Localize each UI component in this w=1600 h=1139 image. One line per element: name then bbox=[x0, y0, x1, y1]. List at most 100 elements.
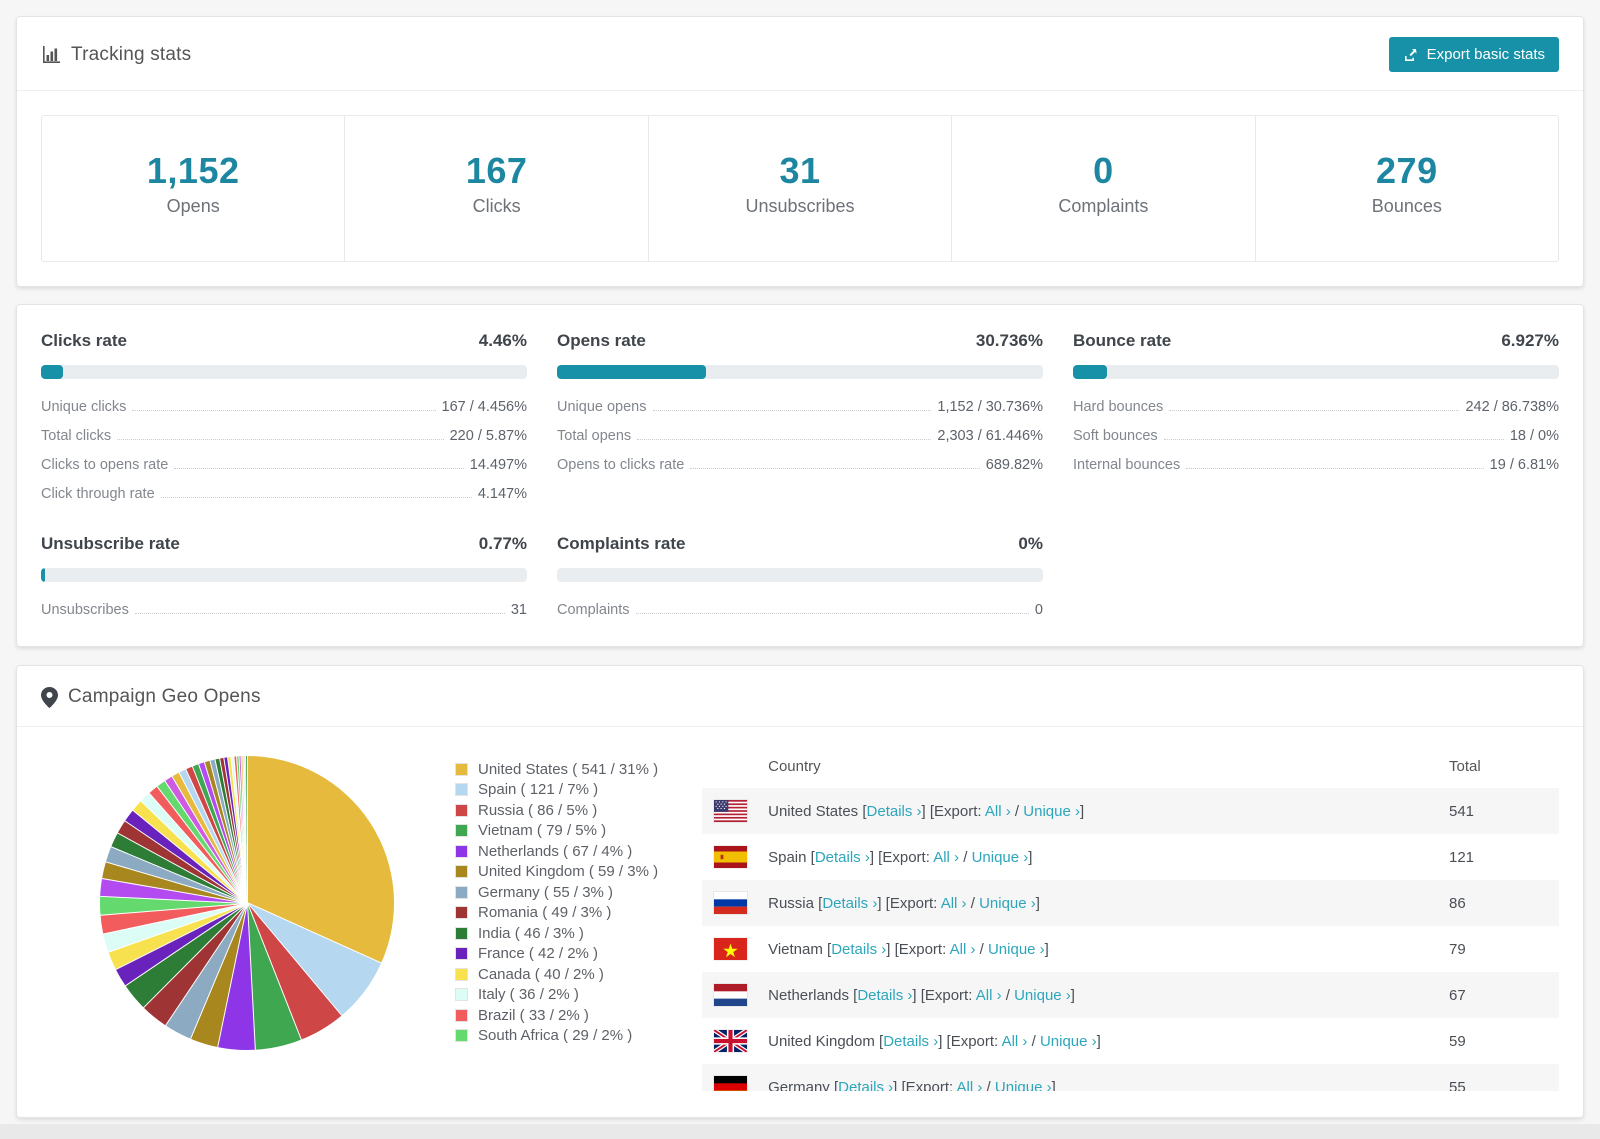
export-unique-link[interactable]: Unique › bbox=[1023, 803, 1080, 820]
rate-detail-value: 1,152 / 30.736% bbox=[937, 399, 1043, 415]
country-name: United Kingdom bbox=[768, 1032, 875, 1050]
gb-flag-icon bbox=[714, 1030, 748, 1052]
export-all-link[interactable]: All › bbox=[1002, 1033, 1028, 1050]
country-cell: Vietnam [Details ›] [Export: All › / Uni… bbox=[768, 940, 1049, 958]
rate-progress-bar bbox=[41, 365, 527, 379]
details-link[interactable]: Details › bbox=[838, 1079, 893, 1092]
rate-percentage-value: 0% bbox=[1018, 534, 1043, 553]
rate-detail-label: Unique opens bbox=[557, 399, 647, 415]
rate-progress-fill bbox=[1073, 365, 1107, 379]
legend-label: France ( 42 / 2% ) bbox=[478, 945, 599, 963]
rate-detail-value: 18 / 0% bbox=[1509, 428, 1559, 444]
rate-block-complaints-rate: Complaints rate 0% Complaints 0 bbox=[557, 534, 1043, 618]
export-all-link[interactable]: All › bbox=[976, 987, 1002, 1004]
export-unique-link[interactable]: Unique › bbox=[972, 849, 1029, 866]
summary-stat-opens: 1,152 Opens bbox=[42, 116, 346, 261]
export-all-link[interactable]: All › bbox=[985, 803, 1011, 820]
export-all-link[interactable]: All › bbox=[933, 849, 959, 866]
table-row-nl: Netherlands [Details ›] [Export: All › /… bbox=[702, 972, 1559, 1018]
legend-item-romania: Romania ( 49 / 3% ) bbox=[455, 903, 658, 924]
details-link[interactable]: Details › bbox=[883, 1033, 938, 1050]
rate-block-clicks-rate: Clicks rate 4.46% Unique clicks 167 / 4.456… bbox=[41, 331, 527, 502]
flag-cell bbox=[702, 788, 758, 834]
flag-cell bbox=[702, 1018, 758, 1064]
es-flag-icon bbox=[714, 846, 748, 868]
rate-detail-row: Opens to clicks rate 689.82% bbox=[557, 457, 1043, 473]
total-cell: 541 bbox=[1449, 802, 1475, 820]
dotted-leader bbox=[690, 468, 980, 469]
export-unique-link[interactable]: Unique › bbox=[995, 1079, 1052, 1092]
legend-swatch bbox=[455, 783, 468, 797]
rate-percentage-value: 30.736% bbox=[975, 331, 1043, 350]
details-link[interactable]: Details › bbox=[857, 987, 912, 1004]
country-name: Germany bbox=[768, 1078, 830, 1092]
rate-progress-bar bbox=[1073, 365, 1559, 379]
legend-item-germany: Germany ( 55 / 3% ) bbox=[455, 882, 658, 903]
tracking-stats-card: Tracking stats Export basic stats 1,152 O… bbox=[16, 16, 1584, 287]
rate-progress-fill bbox=[41, 568, 45, 582]
export-unique-link[interactable]: Unique › bbox=[979, 895, 1036, 912]
campaign-geo-opens-card: Campaign Geo Opens United States ( 541 /… bbox=[16, 665, 1584, 1118]
geo-opens-table: Country Total United States [Details ›] … bbox=[702, 745, 1559, 1091]
details-link[interactable]: Details › bbox=[815, 849, 870, 866]
rate-detail-row: Click through rate 4.147% bbox=[41, 486, 527, 502]
rate-title: Bounce rate bbox=[1073, 331, 1172, 350]
rate-title: Complaints rate bbox=[557, 534, 686, 553]
export-button-label: Export basic stats bbox=[1426, 46, 1545, 63]
details-link[interactable]: Details › bbox=[831, 941, 886, 958]
rate-detail-value: 167 / 4.456% bbox=[441, 399, 527, 415]
legend-swatch bbox=[455, 865, 468, 879]
dotted-leader bbox=[1163, 439, 1504, 440]
export-unique-link[interactable]: Unique › bbox=[988, 941, 1045, 958]
country-cell: Netherlands [Details ›] [Export: All › /… bbox=[768, 986, 1075, 1004]
rate-head: Clicks rate 4.46% bbox=[41, 331, 527, 351]
legend-label: India ( 46 / 3% ) bbox=[478, 924, 584, 942]
export-all-link[interactable]: All › bbox=[941, 895, 967, 912]
rate-detail-value: 4.147% bbox=[477, 486, 527, 502]
legend-item-russia: Russia ( 86 / 5% ) bbox=[455, 800, 658, 821]
map-pin-icon bbox=[41, 686, 58, 708]
dotted-leader bbox=[174, 468, 464, 469]
total-cell: 59 bbox=[1449, 1032, 1466, 1050]
stat-label: Unsubscribes bbox=[745, 196, 855, 216]
geo-content: United States ( 541 / 31% ) Spain ( 121 /… bbox=[17, 727, 1583, 1117]
details-link[interactable]: Details › bbox=[822, 895, 877, 912]
rate-detail-value: 689.82% bbox=[985, 457, 1043, 473]
pie-legend: United States ( 541 / 31% ) Spain ( 121 /… bbox=[455, 741, 658, 1091]
country-cell: United States [Details ›] [Export: All ›… bbox=[768, 802, 1085, 820]
geo-table-scroll-area[interactable]: Country Total United States [Details ›] … bbox=[702, 745, 1559, 1091]
country-cell: Spain [Details ›] [Export: All › / Uniqu… bbox=[768, 848, 1033, 866]
rates-grid: Clicks rate 4.46% Unique clicks 167 / 4.456… bbox=[41, 331, 1559, 618]
total-cell: 79 bbox=[1449, 940, 1466, 958]
export-all-link[interactable]: All › bbox=[957, 1079, 983, 1092]
export-all-link[interactable]: All › bbox=[950, 941, 976, 958]
export-basic-stats-button[interactable]: Export basic stats bbox=[1388, 37, 1559, 72]
rate-detail-value: 242 / 86.738% bbox=[1465, 399, 1559, 415]
dotted-leader bbox=[117, 439, 444, 440]
details-link[interactable]: Details › bbox=[867, 803, 922, 820]
summary-stat-clicks: 167 Clicks bbox=[345, 116, 649, 261]
legend-label: Italy ( 36 / 2% ) bbox=[478, 986, 579, 1004]
summary-stat-unsubscribes: 31 Unsubscribes bbox=[649, 116, 953, 261]
legend-item-south-africa: South Africa ( 29 / 2% ) bbox=[455, 1026, 658, 1047]
legend-swatch bbox=[455, 844, 468, 858]
rate-detail-rows: Unsubscribes 31 bbox=[41, 602, 527, 618]
rate-detail-rows: Hard bounces 242 / 86.738% Soft bounces 18 … bbox=[1073, 399, 1559, 473]
flag-cell bbox=[702, 972, 758, 1018]
rate-head: Opens rate 30.736% bbox=[557, 331, 1043, 351]
legend-label: Russia ( 86 / 5% ) bbox=[478, 801, 598, 819]
rate-detail-label: Soft bounces bbox=[1073, 428, 1158, 444]
rate-progress-bar bbox=[557, 365, 1043, 379]
rate-head: Unsubscribe rate 0.77% bbox=[41, 534, 527, 554]
legend-label: Brazil ( 33 / 2% ) bbox=[478, 1006, 589, 1024]
vn-flag-icon bbox=[714, 938, 748, 960]
rate-block-unsubscribe-rate: Unsubscribe rate 0.77% Unsubscribes 31 bbox=[41, 534, 527, 618]
export-unique-link[interactable]: Unique › bbox=[1014, 987, 1071, 1004]
rate-detail-rows: Unique clicks 167 / 4.456% Total clicks 220… bbox=[41, 399, 527, 502]
dotted-leader bbox=[635, 613, 1029, 614]
rate-detail-label: Internal bounces bbox=[1073, 457, 1181, 473]
legend-item-united-states: United States ( 541 / 31% ) bbox=[455, 759, 658, 780]
export-unique-link[interactable]: Unique › bbox=[1040, 1033, 1097, 1050]
rate-block-opens-rate: Opens rate 30.736% Unique opens 1,152 / 30.… bbox=[557, 331, 1043, 502]
country-column-header: Country bbox=[768, 758, 821, 775]
